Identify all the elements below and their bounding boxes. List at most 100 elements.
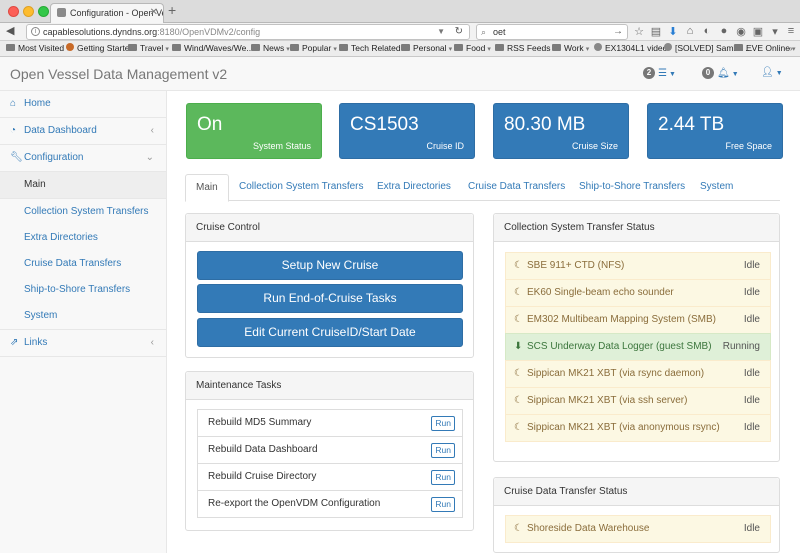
tab-extra-directories[interactable]: Extra Directories [367, 174, 461, 201]
sidebar-item-ship-to-shore-transfers[interactable]: Ship-to-Shore Transfers [0, 277, 166, 304]
download-icon[interactable]: ⬇ [666, 25, 680, 38]
chevron-down-icon: ▾ [487, 46, 491, 53]
list-item[interactable]: ⬇ SCS Underway Data Logger (guest SMB) Run… [505, 333, 771, 361]
chevron-left-icon: ‹ [150, 125, 154, 136]
hamburger-menu-icon[interactable]: ≡ [784, 25, 798, 37]
globe-icon [594, 43, 602, 51]
back-icon[interactable]: ◀ [6, 24, 14, 37]
bookmark-item[interactable]: Wind/Waves/We...▾ [172, 42, 259, 56]
collection-status-panel: Collection System Transfer Status ☾ SBE 9… [493, 213, 780, 462]
tab-cruise-data-transfers[interactable]: Cruise Data Transfers [458, 174, 575, 201]
sidebar-item-system[interactable]: System [0, 303, 166, 330]
status-text: Idle [743, 523, 760, 534]
bookmark-item[interactable]: Getting Started [66, 42, 134, 55]
bookmark-star-icon[interactable]: ☆ [632, 25, 646, 38]
close-tab-icon[interactable]: ✕ [150, 7, 158, 18]
sidebar-item-data-dashboard[interactable]: ◔ Data Dashboard ‹ [0, 118, 166, 145]
list-item[interactable]: ☾ SBE 911+ CTD (NFS) Idle [505, 252, 771, 280]
pocket-icon[interactable]: ◐ [700, 25, 714, 37]
user-dropdown[interactable]: 👤︎ ▼ [761, 67, 783, 78]
bookmark-item[interactable]: Most Visited▾ [6, 42, 70, 56]
sidebar-item-configuration[interactable]: 🔧︎Configuration ⌄ [0, 145, 166, 172]
setup-new-cruise-button[interactable]: Setup New Cruise [197, 251, 463, 280]
list-item[interactable]: ☾ Sippican MK21 XBT (via anonymous rsync)… [505, 414, 771, 442]
bookmark-label: Wind/Waves/We... [184, 43, 254, 53]
bookmark-item[interactable]: Personal ▾ [401, 42, 452, 56]
list-item[interactable]: ☾ EM302 Multibeam Mapping System (SMB) Idl… [505, 306, 771, 334]
chevron-down-icon: ▾ [448, 46, 453, 53]
bookmark-item[interactable]: RSS Feeds▾ [495, 42, 556, 56]
bookmark-item[interactable]: EX1304L1 video [594, 42, 667, 55]
tab-ship-to-shore-transfers[interactable]: Ship-to-Shore Transfers [569, 174, 695, 201]
run-button[interactable]: Run [431, 443, 455, 458]
list-item[interactable]: ☾ EK60 Single-beam echo sounder Idle [505, 279, 771, 307]
url-host: capablesolutions.dyndns.org [43, 27, 158, 37]
dashboard-icon: ◔ [10, 125, 17, 136]
close-window-button[interactable] [8, 6, 19, 17]
list-item[interactable]: ☾ Sippican MK21 XBT (via rsync daemon) Idl… [505, 360, 771, 388]
tab-favicon-icon [57, 8, 66, 17]
list-item[interactable]: ☾ Shoreside Data Warehouse Idle [505, 515, 771, 543]
tile-value: 80.30 MB [504, 114, 586, 135]
run-button[interactable]: Run [431, 497, 455, 512]
run-button[interactable]: Run [431, 416, 455, 431]
bookmark-item[interactable]: Food ▾ [454, 42, 491, 56]
sidebar-item-home[interactable]: ⌂ Home [0, 91, 166, 118]
bookmark-item[interactable]: Popular ▾ [290, 42, 337, 56]
task-name: Rebuild MD5 Summary [208, 417, 312, 428]
moon-icon: ☾ [514, 523, 523, 534]
bookmark-label: Food [466, 43, 486, 53]
bookmark-item[interactable]: Work ▾ [552, 42, 589, 56]
bookmark-item[interactable]: Tech Related▾ [339, 42, 406, 56]
sidebar-item-extra-directories[interactable]: Extra Directories [0, 225, 166, 252]
bookmark-item[interactable]: EVE Online ▾ [734, 42, 795, 56]
reload-icon[interactable]: ↻ [455, 25, 463, 39]
run-end-of-cruise-button[interactable]: Run End-of-Cruise Tasks [197, 284, 463, 313]
zoom-window-button[interactable] [38, 6, 49, 17]
status-text: Idle [743, 422, 760, 433]
status-text: Idle [743, 368, 760, 379]
panel-title: Collection System Transfer Status [494, 214, 779, 242]
tab-collection-system-transfers[interactable]: Collection System Transfers [229, 174, 374, 201]
minimize-window-button[interactable] [23, 6, 34, 17]
external-link-icon: ⇗ [10, 337, 19, 348]
notifications-dropdown[interactable]: 0 🔔︎ ▼ [702, 67, 739, 79]
bookmark-label: EX1304L1 video [605, 43, 668, 53]
notifications-count-badge: 0 [702, 67, 714, 79]
browser-tab[interactable]: Configuration - Open Vessel Dat... ✕ [50, 3, 164, 23]
bookmark-label: Work [564, 43, 584, 53]
search-go-icon[interactable]: → [613, 25, 623, 39]
chevron-down-icon: ▼ [731, 71, 739, 78]
status-text: Idle [743, 260, 760, 271]
bookmark-item[interactable]: Travel ▾ [128, 42, 169, 56]
site-info-icon[interactable]: i [31, 27, 40, 36]
folder-icon [339, 44, 348, 51]
system-status-tile: On System Status [186, 103, 322, 159]
tile-label: Free Space [725, 141, 772, 151]
bookmarks-overflow-icon[interactable]: » [788, 42, 793, 55]
sidebar-item-main[interactable]: Main [0, 172, 166, 199]
extension-icon[interactable]: ◉ [734, 25, 748, 38]
search-bar[interactable]: ⌕ oet → [476, 24, 628, 40]
tab-system[interactable]: System [690, 174, 743, 201]
reading-list-icon[interactable]: ▤ [649, 25, 663, 38]
brand-title[interactable]: Open Vessel Data Management v2 [10, 66, 227, 82]
list-item[interactable]: ☾ Sippican MK21 XBT (via ssh server) Idle [505, 387, 771, 415]
new-tab-button[interactable]: + [168, 2, 176, 18]
more-tools-icon[interactable]: ▾ [768, 25, 782, 38]
tab-main[interactable]: Main [185, 174, 229, 202]
chat-icon[interactable]: ● [717, 25, 731, 37]
bookmark-label: EVE Online [746, 43, 790, 53]
tasks-dropdown[interactable]: 2 ☰ ▼ [643, 67, 676, 79]
sidebar-item-links[interactable]: ⇗ Links ‹ [0, 330, 166, 357]
sidebar-item-collection-system-transfers[interactable]: Collection System Transfers [0, 199, 166, 226]
url-bar[interactable]: i capablesolutions.dyndns.org:8180/OpenV… [26, 24, 470, 40]
bell-icon: 🔔︎ [717, 68, 730, 79]
bookmark-item[interactable]: News ▾ [251, 42, 290, 56]
screenshot-icon[interactable]: ▣ [751, 25, 765, 38]
home-icon[interactable]: ⌂ [683, 25, 697, 37]
edit-cruise-id-button[interactable]: Edit Current CruiseID/Start Date [197, 318, 463, 347]
url-dropdown-icon[interactable]: ▼ [437, 25, 445, 39]
sidebar-item-cruise-data-transfers[interactable]: Cruise Data Transfers [0, 251, 166, 278]
run-button[interactable]: Run [431, 470, 455, 485]
